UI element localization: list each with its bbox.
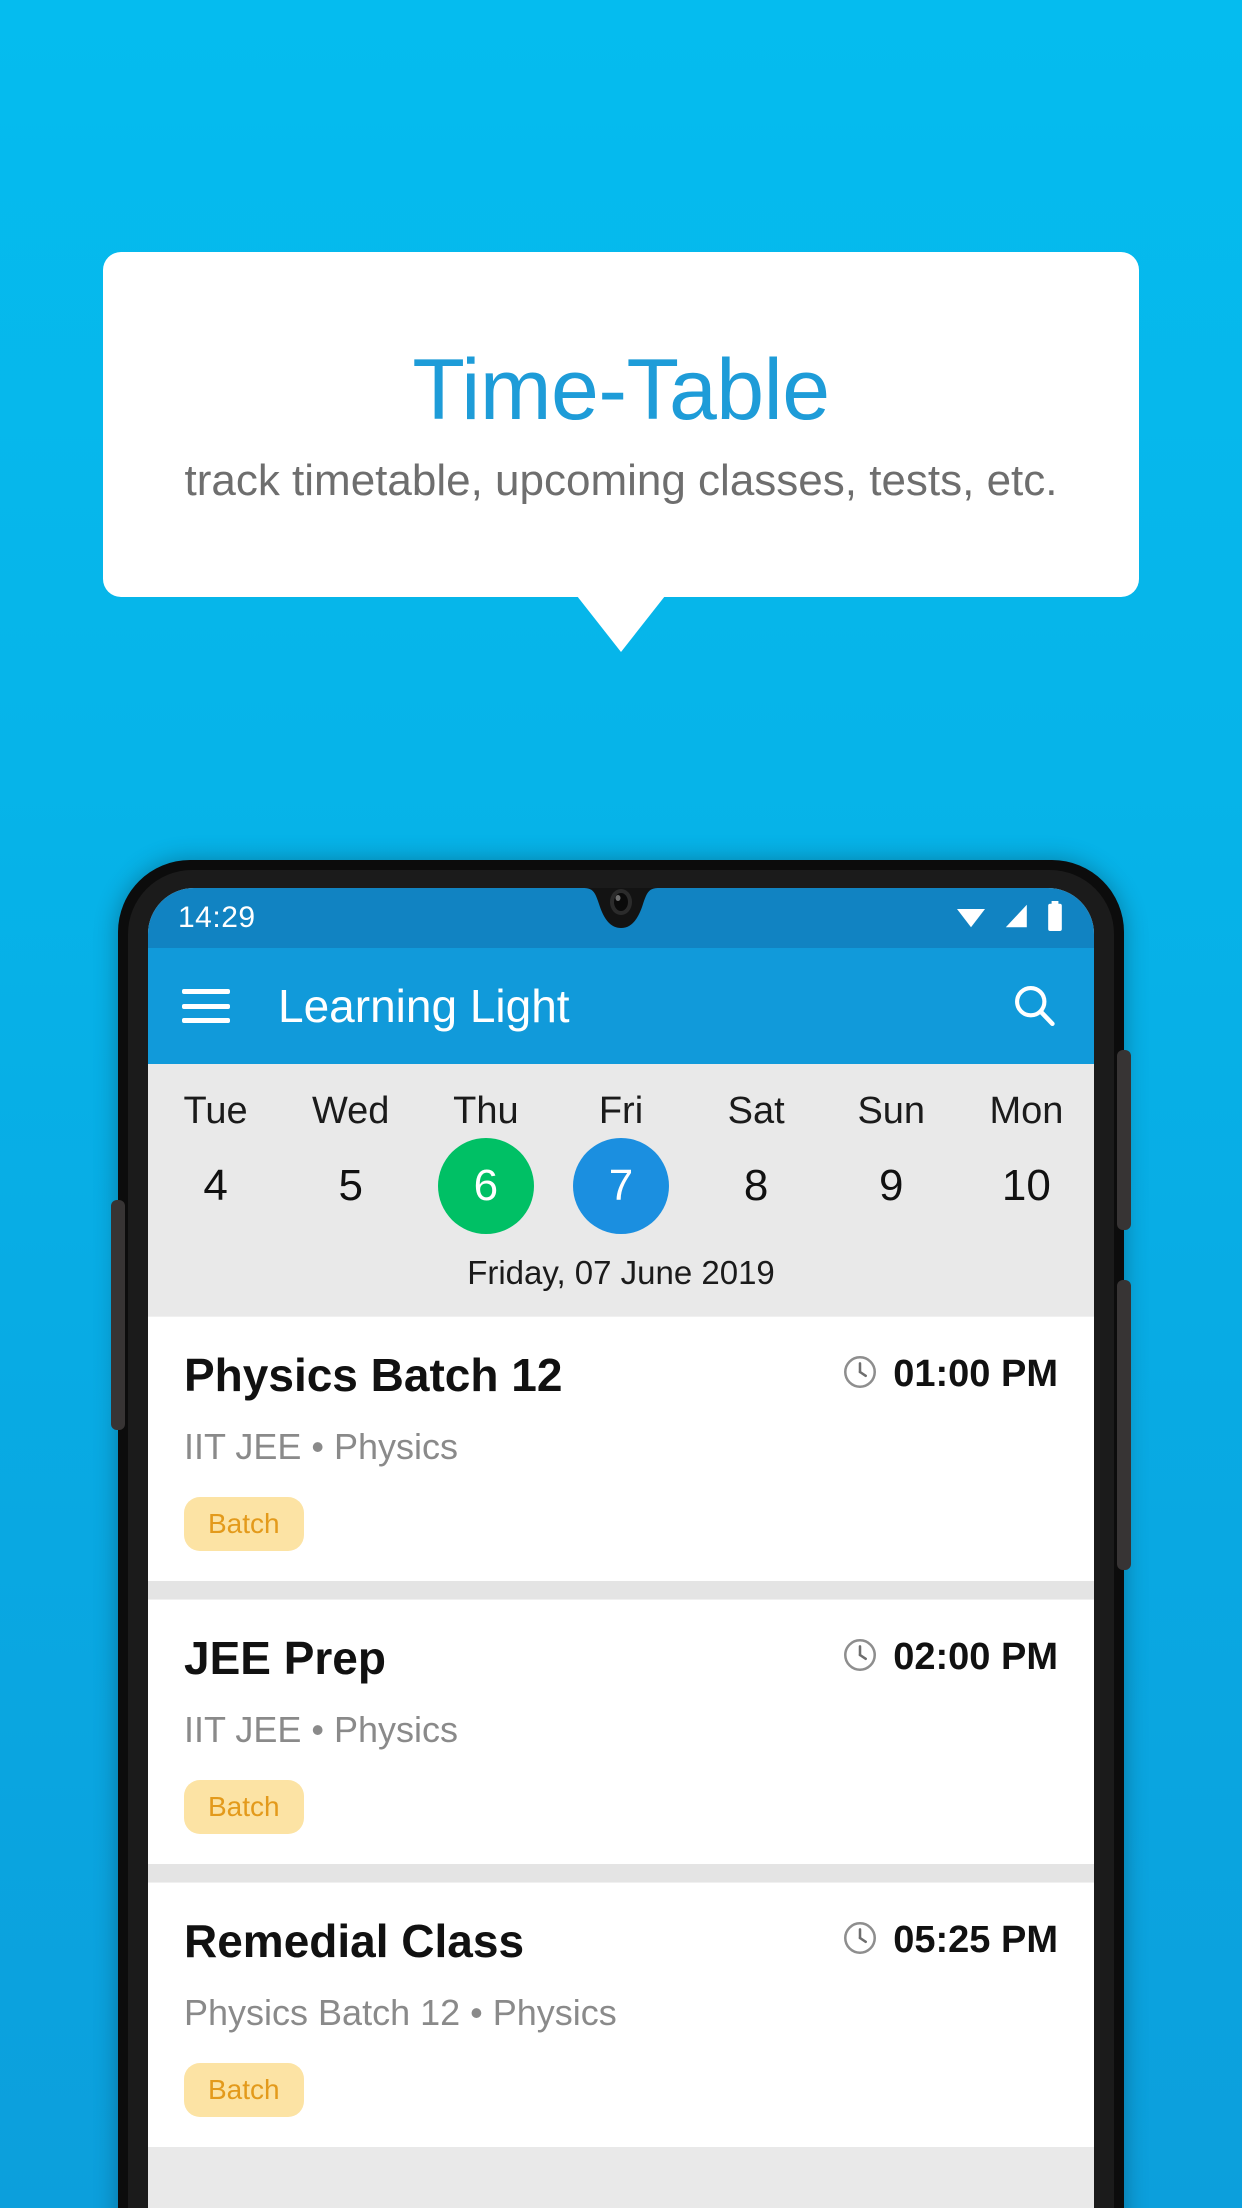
event-title: Physics Batch 12: [184, 1349, 563, 1401]
day-name: Thu: [453, 1090, 519, 1132]
event-type-chip: Batch: [184, 2062, 304, 2117]
event-card[interactable]: Remedial Class 05:25 PM Physics Batch 12…: [148, 1881, 1094, 2147]
day-number-row: 4 5 6 7 8 9 10: [148, 1134, 1094, 1238]
day-name: Wed: [311, 1090, 390, 1132]
event-type-chip: Batch: [184, 1496, 304, 1551]
hamburger-bar: [182, 1018, 230, 1023]
status-bar-icons: [954, 900, 1064, 936]
day-number-cell-5[interactable]: 9: [824, 1134, 959, 1238]
day-number-today: 6: [437, 1138, 534, 1234]
day-cell-4[interactable]: Sat: [689, 1080, 824, 1134]
day-name: Sun: [857, 1090, 926, 1132]
camera-notch: [531, 888, 711, 946]
event-card[interactable]: Physics Batch 12 01:00 PM IIT JEE • Phys…: [148, 1316, 1094, 1581]
event-card[interactable]: JEE Prep 02:00 PM IIT JEE • Physics Batc…: [148, 1598, 1094, 1864]
hamburger-menu-icon[interactable]: [182, 989, 230, 1023]
app-bar: Learning Light: [148, 948, 1094, 1064]
day-number: 4: [203, 1161, 228, 1210]
phone-mockup: 14:29 Learning Light Tue Wed Thu Fri Sat…: [111, 860, 1131, 2208]
day-name: Tue: [183, 1090, 248, 1132]
speech-bubble-pointer-icon: [577, 596, 665, 652]
status-bar-clock: 14:29: [178, 901, 256, 934]
event-title: Remedial Class: [184, 1914, 525, 1967]
selected-full-date: Friday, 07 June 2019: [467, 1254, 775, 1291]
phone-screen: 14:29 Learning Light Tue Wed Thu Fri Sat…: [148, 888, 1094, 2208]
day-number-cell-6[interactable]: 10: [959, 1134, 1094, 1238]
phone-power-button[interactable]: [1117, 1280, 1131, 1570]
event-subtitle: IIT JEE • Physics: [184, 1709, 459, 1751]
promo-subtitle: track timetable, upcoming classes, tests…: [184, 455, 1058, 505]
signal-icon: [1002, 902, 1032, 935]
status-bar: 14:29: [148, 888, 1094, 948]
event-title: JEE Prep: [184, 1631, 386, 1684]
clock-icon: [841, 1636, 879, 1679]
day-cell-0[interactable]: Tue: [148, 1080, 283, 1134]
day-name: Sat: [727, 1090, 785, 1132]
day-number-selected: 7: [572, 1138, 669, 1234]
event-list[interactable]: Physics Batch 12 01:00 PM IIT JEE • Phys…: [148, 1316, 1094, 2147]
phone-volume-button[interactable]: [1117, 1050, 1131, 1230]
promo-title: Time-Table: [412, 341, 830, 438]
battery-icon: [1046, 900, 1064, 936]
promo-speech-bubble: Time-Table track timetable, upcoming cla…: [103, 252, 1139, 597]
event-subtitle: Physics Batch 12 • Physics: [184, 1992, 617, 2034]
day-number: 9: [879, 1161, 904, 1210]
day-cell-5[interactable]: Sun: [824, 1080, 959, 1134]
search-icon[interactable]: [1008, 980, 1060, 1032]
day-number-cell-3[interactable]: 7: [553, 1134, 688, 1238]
day-cell-1[interactable]: Wed: [283, 1080, 418, 1134]
day-number: 8: [743, 1161, 769, 1210]
day-number-cell-1[interactable]: 5: [283, 1134, 418, 1238]
day-number-cell-4[interactable]: 8: [689, 1134, 824, 1238]
day-number: 10: [1001, 1161, 1051, 1210]
day-number: 5: [338, 1161, 363, 1210]
clock-icon: [841, 1353, 879, 1396]
hamburger-bar: [182, 1003, 230, 1009]
event-time: 02:00 PM: [893, 1635, 1058, 1678]
day-cell-3[interactable]: Fri: [553, 1080, 688, 1134]
clock-icon: [841, 1919, 879, 1962]
date-strip: Tue Wed Thu Fri Sat Sun Mon 4 5 6 7 8 9 …: [148, 1064, 1094, 1316]
day-cell-6[interactable]: Mon: [959, 1080, 1094, 1134]
wifi-icon: [954, 902, 988, 935]
hamburger-bar: [182, 989, 230, 994]
event-time-group: 02:00 PM: [841, 1636, 1058, 1679]
app-bar-title: Learning Light: [278, 980, 570, 1032]
app-store-promo-screenshot: Time-Table track timetable, upcoming cla…: [0, 0, 1242, 2208]
day-name-row: Tue Wed Thu Fri Sat Sun Mon: [148, 1080, 1094, 1134]
day-number-cell-2[interactable]: 6: [418, 1134, 553, 1238]
day-name: Mon: [989, 1090, 1064, 1132]
event-time: 05:25 PM: [893, 1918, 1058, 1961]
day-cell-2[interactable]: Thu: [418, 1080, 553, 1134]
event-type-chip: Batch: [184, 1779, 304, 1834]
event-time-group: 01:00 PM: [841, 1353, 1058, 1396]
event-time: 01:00 PM: [893, 1353, 1058, 1395]
day-number-cell-0[interactable]: 4: [148, 1134, 283, 1238]
event-time-group: 05:25 PM: [841, 1919, 1058, 1962]
event-subtitle: IIT JEE • Physics: [184, 1426, 459, 1468]
phone-left-side-button[interactable]: [111, 1200, 125, 1430]
day-name: Fri: [598, 1090, 644, 1132]
